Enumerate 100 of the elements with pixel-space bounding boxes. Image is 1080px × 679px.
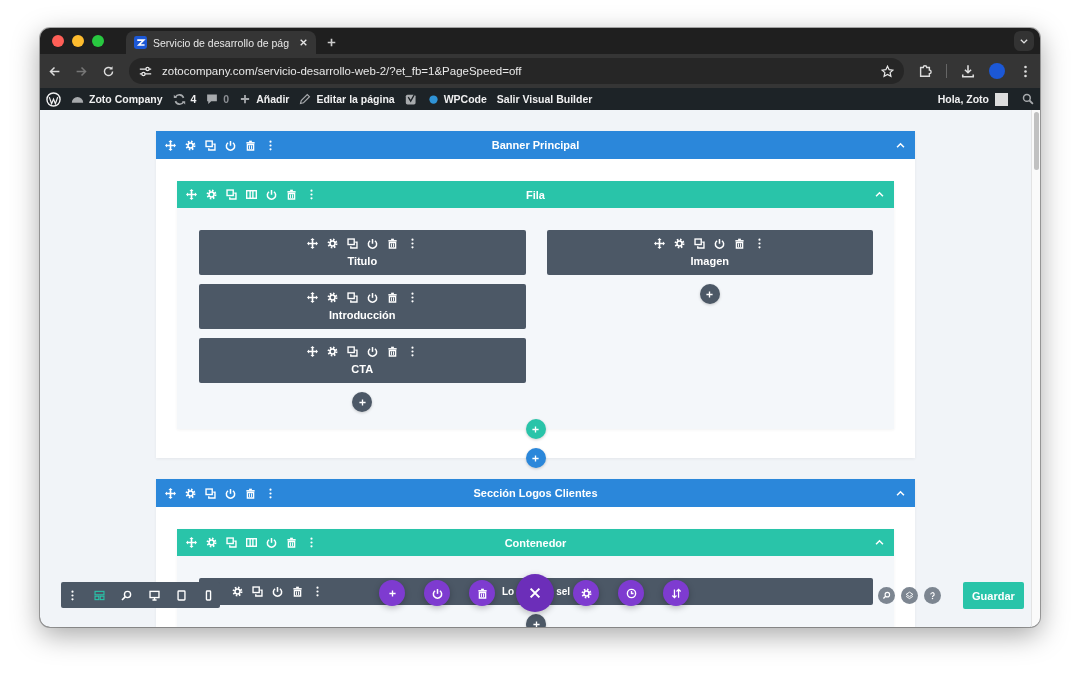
move-icon[interactable] xyxy=(306,292,318,303)
module-block[interactable]: Introducción xyxy=(199,284,526,329)
power-icon[interactable] xyxy=(225,139,236,151)
move-icon[interactable] xyxy=(306,346,318,357)
close-icon[interactable] xyxy=(299,38,308,47)
section-header[interactable]: Sección Logos Clientes xyxy=(156,479,915,507)
site-settings-icon[interactable] xyxy=(139,64,152,78)
add-icon[interactable] xyxy=(239,93,252,105)
wireframe-button[interactable] xyxy=(94,589,106,601)
duplicate-icon[interactable] xyxy=(252,586,263,597)
add-section-button[interactable] xyxy=(525,448,546,468)
section-header[interactable]: Banner Principal xyxy=(156,131,915,159)
move-icon[interactable] xyxy=(165,487,176,499)
desktop-button[interactable] xyxy=(148,589,160,601)
minimize-window-button[interactable] xyxy=(72,35,84,47)
duplicate-icon[interactable] xyxy=(346,346,358,357)
tablet-icon xyxy=(175,589,187,601)
settings-icon[interactable] xyxy=(674,238,686,249)
plus-icon xyxy=(531,424,540,434)
reload-icon[interactable] xyxy=(102,64,115,78)
tablet-button[interactable] xyxy=(175,589,187,601)
pencil-icon[interactable] xyxy=(299,93,312,105)
delete-icon[interactable] xyxy=(386,292,398,303)
new-tab-icon[interactable] xyxy=(326,37,337,48)
extensions-icon[interactable] xyxy=(918,64,932,78)
settings-icon xyxy=(580,587,592,599)
duplicate-icon[interactable] xyxy=(346,292,358,303)
status-dot-icon xyxy=(427,93,439,105)
section-title: Sección Logos Clientes xyxy=(473,487,598,499)
tab-search-button[interactable] xyxy=(1014,31,1034,51)
settings-icon[interactable] xyxy=(185,487,196,499)
power-icon[interactable] xyxy=(272,586,283,597)
module-block[interactable]: Titulo xyxy=(199,230,526,275)
wordpress-logo-icon[interactable] xyxy=(46,91,61,107)
download-icon[interactable] xyxy=(961,64,975,78)
module-block[interactable]: Imagen xyxy=(546,230,873,275)
greeting-link[interactable]: Hola, Zoto xyxy=(937,93,989,105)
delete-icon[interactable] xyxy=(245,139,256,151)
url-text: zotocompany.com/servicio-desarrollo-web-2/?et_fb=1&PageSpeed=off xyxy=(162,65,523,77)
wireframe-icon xyxy=(94,589,106,601)
power-icon xyxy=(431,587,443,599)
duplicate-icon[interactable] xyxy=(205,139,216,151)
module-title: CTA xyxy=(351,363,374,375)
maximize-window-button[interactable] xyxy=(92,35,104,47)
updates-count[interactable]: 4 xyxy=(190,93,197,105)
user-avatar[interactable] xyxy=(995,92,1008,106)
duplicate-icon[interactable] xyxy=(694,238,706,249)
move-icon[interactable] xyxy=(654,238,666,249)
duplicate-icon[interactable] xyxy=(346,238,358,249)
delete-icon[interactable] xyxy=(292,586,303,597)
delete-icon[interactable] xyxy=(734,238,746,249)
settings-icon[interactable] xyxy=(326,346,338,357)
history-icon xyxy=(625,587,637,599)
favicon-icon xyxy=(134,36,147,49)
move-icon[interactable] xyxy=(165,139,176,151)
move-icon[interactable] xyxy=(306,238,318,249)
edit-page-link[interactable]: Editar la página xyxy=(316,93,395,105)
delete-icon[interactable] xyxy=(386,238,398,249)
zoom-button[interactable] xyxy=(121,589,133,601)
browser-tab[interactable]: Servicio de desarrollo de pág xyxy=(126,31,316,54)
wpcode-link[interactable]: WPCode xyxy=(443,93,487,105)
back-icon[interactable] xyxy=(48,64,61,78)
trash-icon xyxy=(476,587,488,599)
star-icon[interactable] xyxy=(881,64,894,78)
new-link[interactable]: Añadir xyxy=(256,93,290,105)
delete-icon[interactable] xyxy=(386,346,398,357)
settings-icon[interactable] xyxy=(326,292,338,303)
power-icon[interactable] xyxy=(366,238,378,249)
add-module-button[interactable] xyxy=(352,392,373,412)
forward-icon[interactable] xyxy=(75,64,88,78)
seo-plugin-icon[interactable] xyxy=(404,92,418,106)
help-button[interactable] xyxy=(924,587,941,604)
close-icon xyxy=(528,586,542,600)
power-icon[interactable] xyxy=(366,346,378,357)
scrollbar-thumb[interactable] xyxy=(1033,112,1039,170)
settings-icon[interactable] xyxy=(232,586,243,597)
plus-icon xyxy=(531,619,541,627)
module-block[interactable]: CTA xyxy=(199,338,526,383)
power-icon[interactable] xyxy=(366,292,378,303)
exit-builder-link[interactable]: Salir Visual Builder xyxy=(496,93,593,105)
delete-icon[interactable] xyxy=(245,487,256,499)
close-window-button[interactable] xyxy=(52,35,64,47)
module-title: Introducción xyxy=(328,309,396,321)
comments-count[interactable]: 0 xyxy=(223,93,230,105)
settings-icon[interactable] xyxy=(326,238,338,249)
refresh-icon[interactable] xyxy=(172,92,186,106)
power-icon[interactable] xyxy=(714,238,726,249)
search-icon xyxy=(882,591,891,600)
sort-icon xyxy=(670,587,682,599)
add-module-button[interactable] xyxy=(699,284,720,304)
address-bar[interactable]: zotocompany.com/servicio-desarrollo-web-2/?et_fb=1&PageSpeed=off xyxy=(129,58,904,84)
settings-icon[interactable] xyxy=(185,139,196,151)
site-name-link[interactable]: Zoto Company xyxy=(89,93,163,105)
comment-icon[interactable] xyxy=(206,93,219,105)
plus-icon xyxy=(531,453,540,463)
search-icon[interactable] xyxy=(1022,93,1034,105)
zoom-icon xyxy=(121,589,133,601)
layers-button[interactable] xyxy=(901,587,918,604)
duplicate-icon[interactable] xyxy=(205,487,216,499)
power-icon[interactable] xyxy=(225,487,236,499)
